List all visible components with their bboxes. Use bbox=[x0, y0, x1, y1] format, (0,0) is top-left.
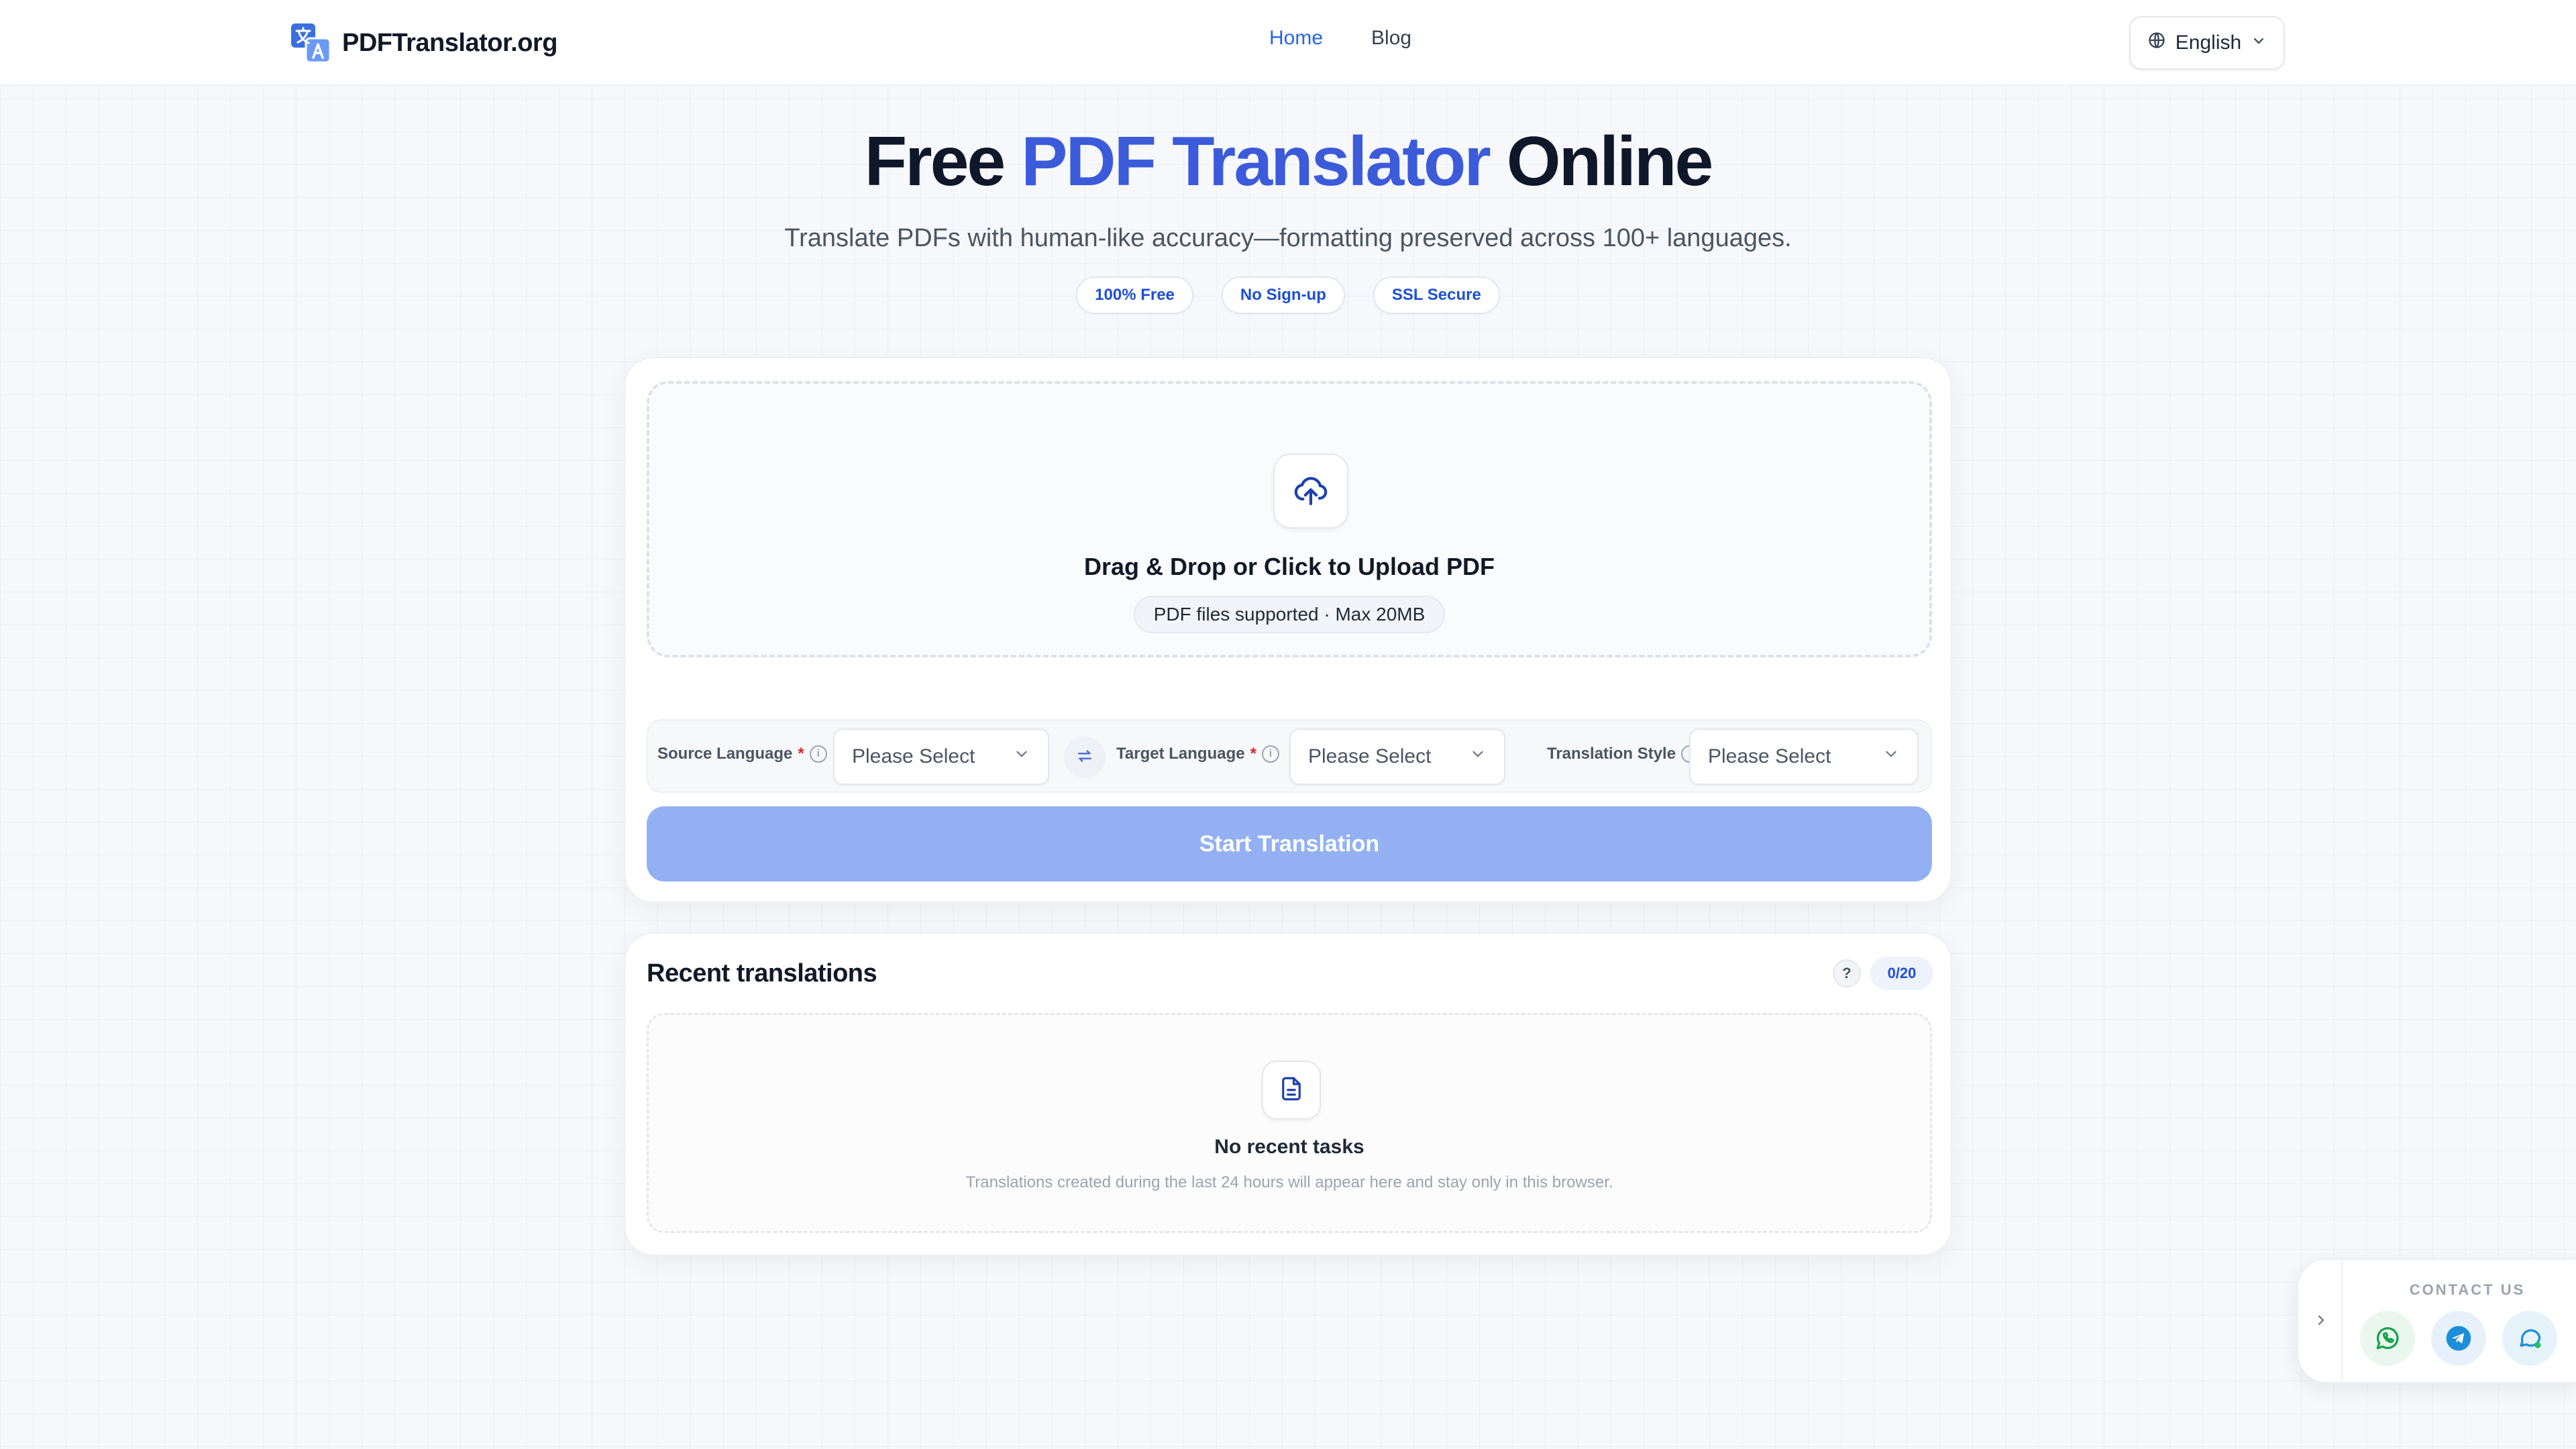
chevron-down-icon bbox=[1469, 745, 1487, 768]
swap-arrows-icon bbox=[1075, 746, 1095, 769]
badge-free: 100% Free bbox=[1076, 276, 1193, 314]
info-icon[interactable]: i bbox=[1261, 745, 1279, 763]
recent-translations-card: Recent translations ? 0/20 No recent tas… bbox=[624, 932, 1952, 1256]
recent-empty-state: No recent tasks Translations created dur… bbox=[647, 1013, 1932, 1233]
language-selector[interactable]: English bbox=[2129, 16, 2285, 70]
chevron-down-icon bbox=[1013, 745, 1030, 768]
collapse-contact-button[interactable] bbox=[2308, 1304, 2334, 1339]
document-icon bbox=[1277, 1075, 1305, 1106]
translation-style-select[interactable]: Please Select bbox=[1689, 729, 1919, 785]
badge-ssl: SSL Secure bbox=[1373, 276, 1500, 314]
start-translation-button[interactable]: Start Translation bbox=[647, 806, 1932, 881]
chevron-right-icon bbox=[2313, 1311, 2329, 1333]
empty-title: No recent tasks bbox=[1214, 1136, 1364, 1158]
doc-icon-box bbox=[1262, 1061, 1321, 1120]
chevron-down-icon bbox=[2251, 32, 2267, 54]
whatsapp-icon[interactable] bbox=[2360, 1311, 2415, 1366]
info-icon[interactable]: i bbox=[809, 745, 827, 763]
chat-icon[interactable] bbox=[2502, 1311, 2557, 1366]
title-accent: PDF Translator bbox=[1021, 123, 1491, 201]
telegram-icon[interactable] bbox=[2431, 1311, 2486, 1366]
upload-dropzone[interactable]: Drag & Drop or Click to Upload PDF PDF f… bbox=[647, 381, 1932, 657]
language-label: English bbox=[2175, 32, 2242, 54]
empty-description: Translations created during the last 24 … bbox=[965, 1173, 1613, 1191]
brand-name: PDFTranslator.org bbox=[342, 28, 557, 57]
cloud-upload-icon bbox=[1292, 471, 1330, 512]
page-subtitle: Translate PDFs with human-like accuracy—… bbox=[784, 224, 1792, 252]
contact-divider bbox=[2341, 1260, 2343, 1385]
main-nav: Home Blog bbox=[1269, 27, 1411, 50]
translate-logo-icon bbox=[290, 22, 331, 64]
globe-icon bbox=[2147, 31, 2166, 55]
site-header: PDFTranslator.org Home Blog English bbox=[0, 0, 2576, 86]
task-count-badge: 0/20 bbox=[1870, 957, 1933, 990]
title-start: Free bbox=[864, 123, 1022, 201]
contact-label: CONTACT US bbox=[2409, 1281, 2526, 1298]
upload-hint: PDF files supported · Max 20MB bbox=[1133, 596, 1446, 633]
brand-link[interactable]: PDFTranslator.org bbox=[290, 21, 557, 64]
upload-icon-box bbox=[1273, 453, 1348, 529]
help-button[interactable]: ? bbox=[1833, 959, 1861, 987]
source-language-label: Source Language * i bbox=[657, 745, 827, 763]
recent-title: Recent translations bbox=[647, 959, 877, 987]
title-end: Online bbox=[1489, 123, 1714, 201]
translator-card: Drag & Drop or Click to Upload PDF PDF f… bbox=[624, 357, 1952, 903]
target-language-select[interactable]: Please Select bbox=[1289, 729, 1505, 785]
nav-home[interactable]: Home bbox=[1269, 27, 1323, 50]
translation-options: Source Language * i Please Select Target … bbox=[647, 719, 1932, 793]
translation-style-label: Translation Style i bbox=[1547, 745, 1699, 763]
contact-icons bbox=[2360, 1311, 2557, 1366]
swap-languages-button[interactable] bbox=[1064, 737, 1106, 778]
feature-badges: 100% Free No Sign-up SSL Secure bbox=[0, 276, 2576, 314]
chevron-down-icon bbox=[1882, 745, 1900, 768]
badge-no-signup: No Sign-up bbox=[1221, 276, 1345, 314]
source-language-select[interactable]: Please Select bbox=[833, 729, 1049, 785]
upload-title: Drag & Drop or Click to Upload PDF bbox=[1083, 553, 1495, 580]
page-title: Free PDF Translator Online bbox=[0, 122, 2576, 202]
target-language-label: Target Language * i bbox=[1116, 745, 1279, 763]
contact-widget: CONTACT US bbox=[2297, 1258, 2576, 1385]
nav-blog[interactable]: Blog bbox=[1371, 27, 1411, 50]
